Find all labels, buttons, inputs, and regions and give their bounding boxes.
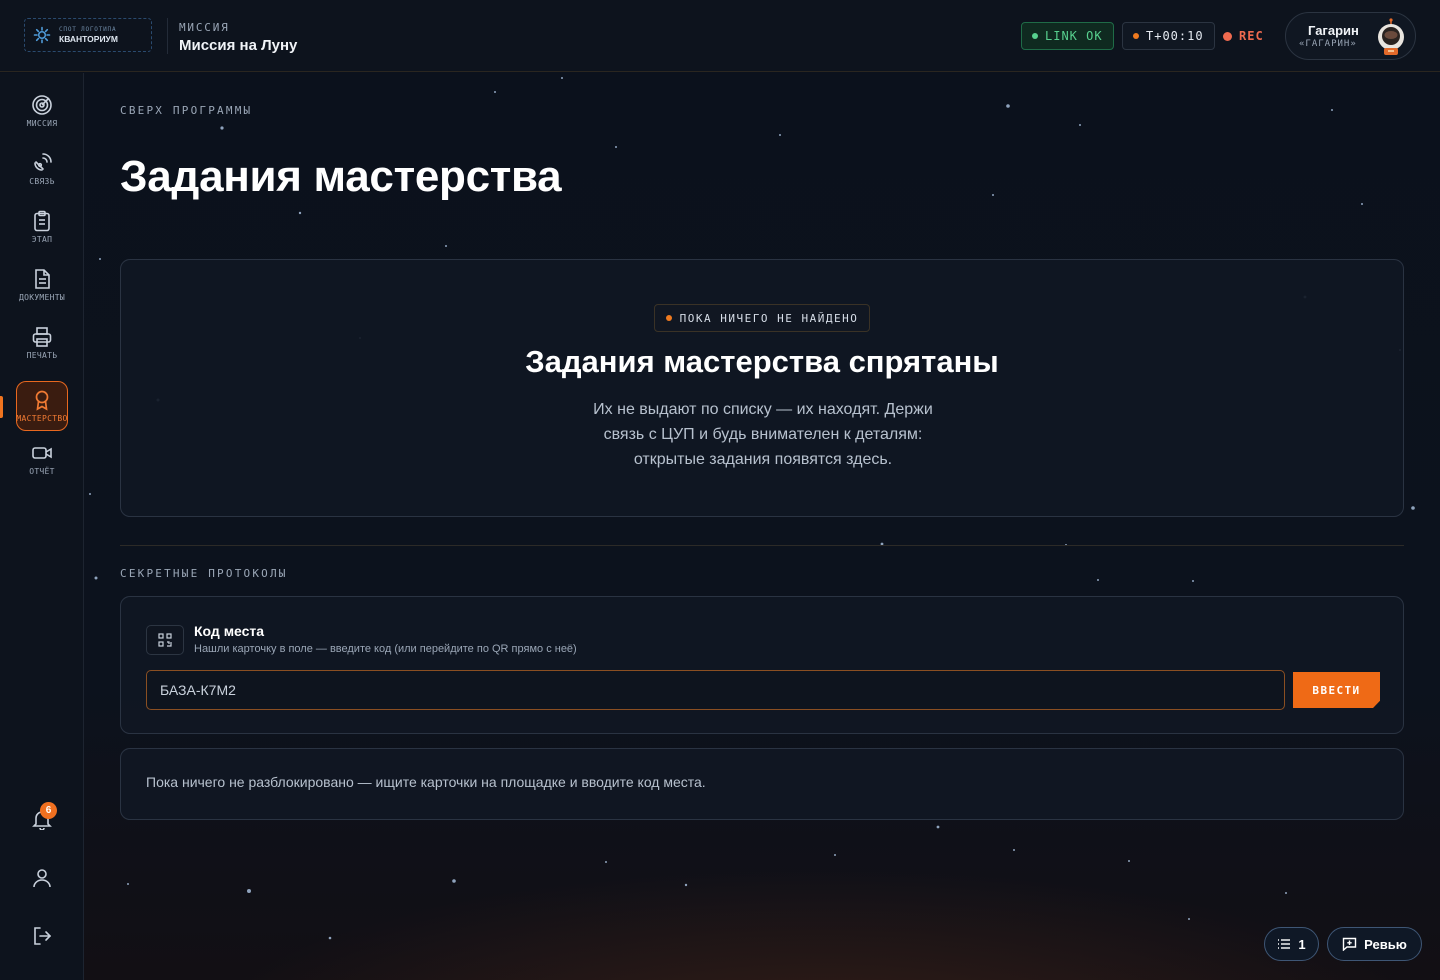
empty-state-text: Пока ничего не разблокировано — ищите ка… [146, 774, 706, 790]
code-hint: Нашли карточку в поле — введите код (или… [194, 643, 577, 655]
logo[interactable]: СПОТ ЛОГОТИПА КВАНТОРИУМ [24, 18, 152, 52]
sidebar-item-comms[interactable]: СВЯЗЬ [16, 144, 68, 194]
comment-plus-icon [1342, 937, 1357, 951]
sidebar-item-report[interactable]: ОТЧЁТ [16, 434, 68, 484]
mission-kicker: МИССИЯ [179, 21, 230, 34]
mission-title: Миссия на Луну [179, 37, 298, 54]
status-badge-text: ПОКА НИЧЕГО НЕ НАЙДЕНО [679, 311, 859, 325]
logout-button[interactable] [27, 921, 57, 951]
sidebar-item-mastery[interactable]: МАСТЕРСТВО [16, 381, 68, 431]
rec-indicator: REC [1223, 22, 1264, 50]
code-title: Код места [194, 623, 265, 639]
submit-code-button[interactable]: ВВЕСТИ [1293, 672, 1380, 708]
sidebar-item-label: ОТЧЁТ [29, 467, 55, 476]
status-dot-icon [665, 315, 672, 321]
logout-icon [34, 927, 52, 945]
hero-description-line: Их не выдают по списку — их находят. Дер… [593, 401, 933, 418]
clipboard-icon [34, 210, 50, 232]
user-callsign: «ГАГАРИН» [1299, 39, 1357, 49]
logo-caption: СПОТ ЛОГОТИПА [59, 25, 117, 33]
review-button[interactable]: Ревью [1327, 927, 1422, 961]
gear-logo-icon [33, 26, 51, 44]
page-title: Задания мастерства [120, 152, 562, 201]
user-name: Гагарин [1308, 23, 1359, 38]
place-code-card: Код места Нашли карточку в поле — введит… [120, 596, 1404, 734]
user-profile[interactable]: Гагарин «ГАГАРИН» [1285, 12, 1416, 60]
astronaut-avatar-icon [1378, 18, 1404, 55]
rec-dot-icon [1223, 31, 1232, 41]
hero-title: Задания мастерства спрятаны [525, 344, 999, 379]
profile-button[interactable] [27, 863, 57, 893]
hero-description-line: открытые задания появятся здесь. [633, 451, 893, 468]
radar-icon [32, 95, 52, 115]
document-icon [35, 269, 50, 289]
sidebar-item-label: МАСТЕРСТВО [16, 414, 68, 423]
satellite-icon [34, 153, 52, 171]
printer-icon [32, 327, 52, 347]
sidebar-item-print[interactable]: ПЕЧАТЬ [16, 318, 68, 368]
task-list-count: 1 [1298, 936, 1306, 952]
header-divider [167, 18, 168, 54]
sidebar-item-label: СВЯЗЬ [29, 177, 55, 186]
user-icon [33, 869, 51, 888]
hero-description: Их не выдают по списку — их находят. Дер… [563, 397, 963, 472]
sidebar-item-mission[interactable]: МИССИЯ [16, 86, 68, 136]
sidebar: МИССИЯ СВЯЗЬ ЭТАП ДОКУМЕНТЫ ПЕЧАТЬ МАСТЕ… [0, 73, 84, 980]
logo-title: КВАНТОРИУМ [59, 33, 118, 44]
active-indicator [0, 396, 3, 418]
sidebar-item-stage[interactable]: ЭТАП [16, 202, 68, 252]
timer-text: T+00:10 [1146, 29, 1204, 43]
list-icon [1278, 939, 1291, 949]
sidebar-item-label: ЭТАП [31, 235, 53, 244]
timer-dot-icon [1133, 33, 1139, 39]
section-kicker: СВЕРХ ПРОГРАММЫ [120, 104, 253, 117]
task-list-button[interactable]: 1 [1264, 927, 1319, 961]
place-code-input[interactable] [146, 670, 1285, 710]
hero-description-line: связь с ЦУП и будь внимателен к деталям: [603, 426, 923, 443]
section-divider [120, 545, 1404, 546]
qr-code-icon [158, 633, 172, 647]
link-status-badge: LINK OK [1021, 22, 1114, 50]
sidebar-item-documents[interactable]: ДОКУМЕНТЫ [16, 260, 68, 310]
status-badge: ПОКА НИЧЕГО НЕ НАЙДЕНО [654, 304, 870, 332]
sidebar-item-label: МИССИЯ [26, 119, 58, 128]
mission-timer: T+00:10 [1122, 22, 1215, 50]
sidebar-item-label: ПЕЧАТЬ [26, 351, 58, 360]
rec-label: REC [1239, 29, 1264, 43]
protocols-kicker: СЕКРЕТНЫЕ ПРОТОКОЛЫ [120, 567, 288, 580]
hidden-tasks-card: ПОКА НИЧЕГО НЕ НАЙДЕНО Задания мастерств… [120, 259, 1404, 517]
award-icon [35, 390, 49, 411]
status-dot-icon [1032, 33, 1038, 39]
qr-code-icon-box [146, 625, 184, 655]
sidebar-item-label: ДОКУМЕНТЫ [18, 293, 66, 302]
top-bar: СПОТ ЛОГОТИПА КВАНТОРИУМ МИССИЯ Миссия н… [0, 0, 1440, 72]
video-icon [32, 447, 52, 459]
review-label: Ревью [1364, 936, 1407, 952]
notification-count-badge: 6 [40, 802, 57, 819]
unlocked-list-card: Пока ничего не разблокировано — ищите ка… [120, 748, 1404, 820]
link-status-text: LINK OK [1045, 29, 1103, 43]
